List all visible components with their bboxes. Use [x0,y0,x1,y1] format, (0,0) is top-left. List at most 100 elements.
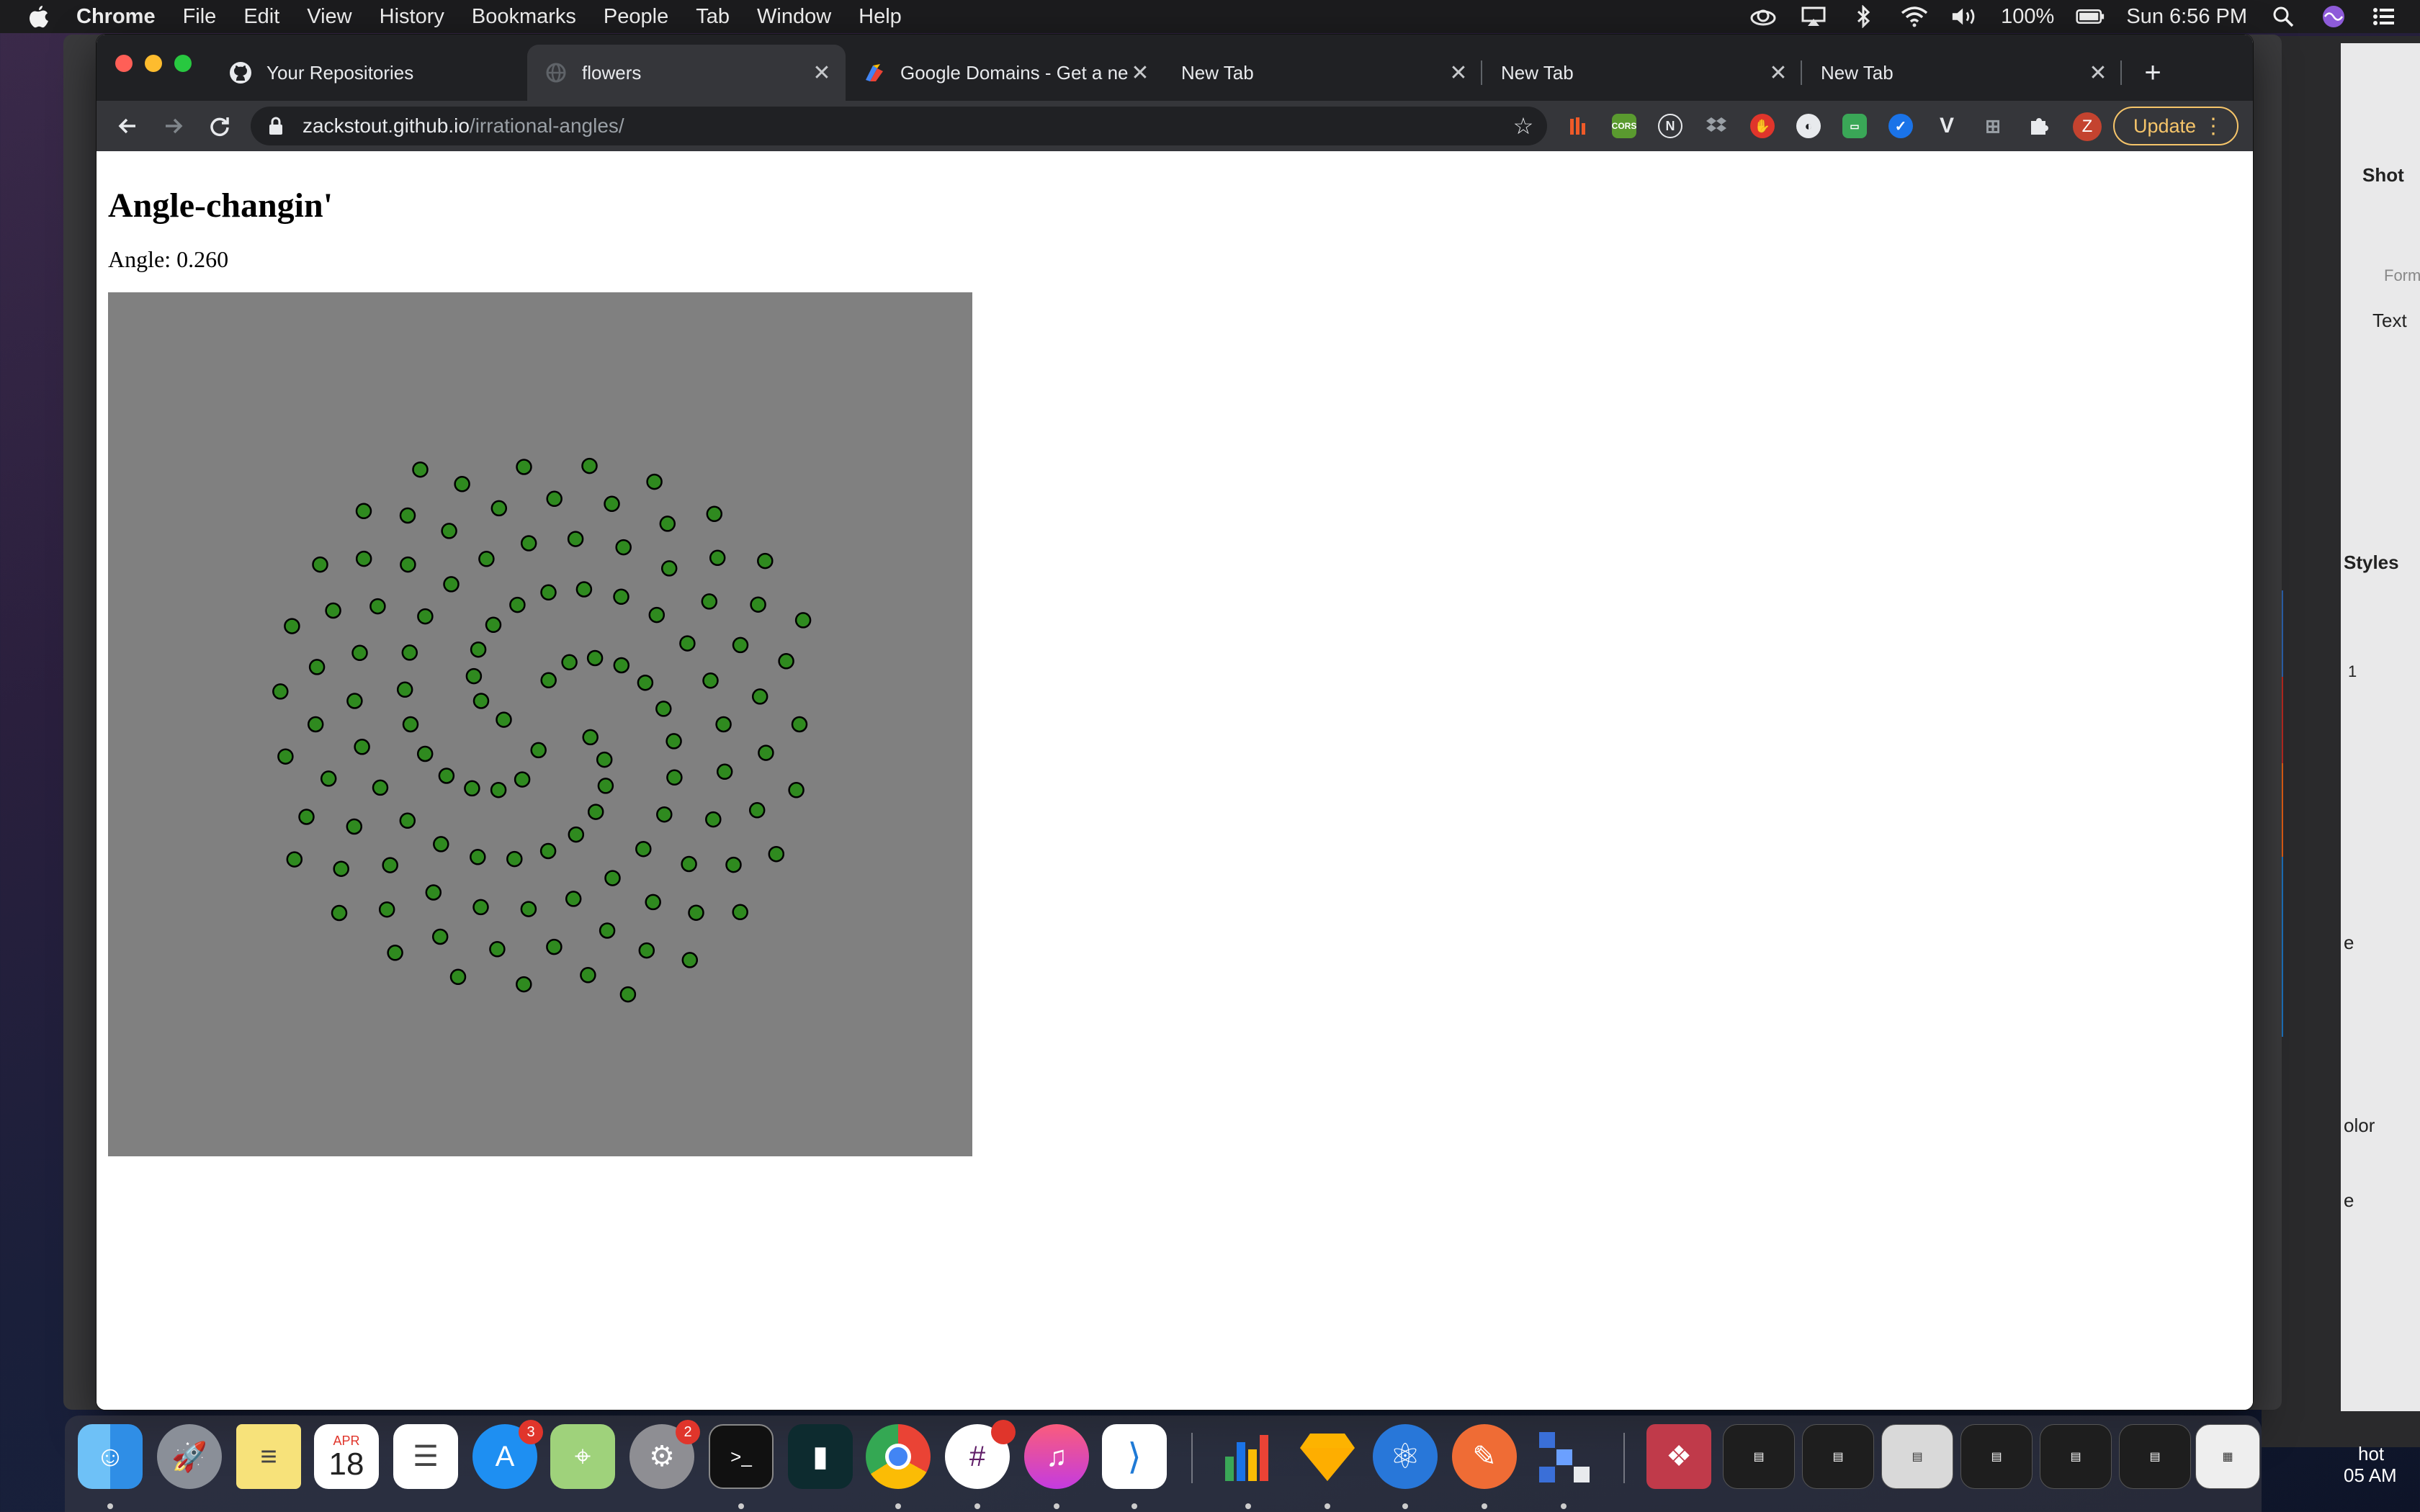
spiral-dot [354,739,370,755]
vscode-icon[interactable]: ⟩ [1102,1424,1167,1489]
tab-flowers[interactable]: flowers ✕ [527,45,846,101]
slack-icon[interactable]: # [945,1420,1016,1489]
window-thumbnail[interactable]: ▤ [1960,1424,2033,1489]
extension-bar-icon[interactable] [1566,114,1590,138]
menu-tab[interactable]: Tab [696,5,730,29]
menu-bookmarks[interactable]: Bookmarks [472,5,576,29]
tab-google-domains[interactable]: Google Domains - Get a new ✕ [846,45,1164,101]
menu-people[interactable]: People [604,5,668,29]
dropbox-icon[interactable] [1704,114,1729,138]
screen-extension-icon[interactable]: ▭ [1842,114,1867,138]
menu-view[interactable]: View [307,5,351,29]
wifi-icon[interactable] [1900,6,1929,27]
spiral-dot [655,701,672,717]
profile-avatar[interactable]: Z [2073,112,2102,141]
atom-icon[interactable]: ⚛ [1373,1424,1438,1489]
spiral-dot [308,659,326,675]
finder-icon[interactable]: ☺ [78,1424,143,1489]
hand-extension-icon[interactable]: ✋ [1750,114,1775,138]
window-thumbnail[interactable]: ▤ [2040,1424,2112,1489]
back-button[interactable] [111,109,144,143]
maps-icon[interactable]: ⌖ [550,1424,615,1489]
more-menu-icon[interactable]: ⋮ [2202,114,2224,139]
bluetooth-icon[interactable] [1850,5,1878,28]
update-button[interactable]: Update ⋮ [2113,107,2238,145]
spiral-dot [396,681,413,698]
launchpad-icon[interactable]: 🚀 [157,1424,222,1489]
window-thumbnail[interactable]: ▦ [2195,1424,2260,1489]
creative-cloud-icon[interactable] [1749,6,1778,27]
flower-canvas[interactable] [108,292,972,1156]
apple-icon[interactable] [24,2,53,31]
spiral-dot [402,716,419,733]
circle-extension-icon[interactable]: ◐ [1796,114,1821,138]
itunes-icon[interactable]: ♫ [1024,1424,1089,1489]
window-thumbnail[interactable]: ▤ [1723,1424,1795,1489]
spiral-dot [540,584,557,601]
new-tab-button[interactable]: + [2136,56,2169,89]
spiral-dot [597,778,614,794]
close-tab-icon[interactable]: ✕ [1128,60,1152,85]
bookmark-star-icon[interactable]: ☆ [1511,113,1536,139]
notification-center-icon[interactable] [2370,6,2398,27]
menu-history[interactable]: History [380,5,444,29]
app-store-icon[interactable]: A3 [472,1420,543,1489]
terminal-icon[interactable]: >_ [709,1424,774,1489]
system-preferences-icon[interactable]: ⚙ 2 [629,1420,700,1489]
spiral-dot [748,802,766,819]
calendar-icon[interactable]: APR 18 [314,1424,379,1489]
grid-extension-icon[interactable]: ⊞ [1981,114,2005,138]
volume-icon[interactable] [1950,6,1979,27]
siri-icon[interactable] [2319,6,2348,27]
extensions-puzzle-icon[interactable] [2027,114,2051,138]
sketch-icon[interactable] [1295,1424,1360,1489]
postman-icon[interactable]: ✎ [1452,1424,1517,1489]
menu-edit[interactable]: Edit [243,5,279,29]
jar-app-icon[interactable]: ❖ [1646,1424,1711,1489]
v-extension-icon[interactable]: V [1935,114,1959,138]
numbers-icon[interactable] [1216,1424,1281,1489]
notes-icon[interactable]: ≡ [236,1424,301,1489]
dashlane-icon[interactable]: ▮ [788,1424,853,1489]
zoom-window-button[interactable] [174,55,192,72]
minimize-window-button[interactable] [145,55,162,72]
chrome-dock-icon[interactable] [866,1424,931,1489]
window-thumbnail[interactable]: ▤ [2119,1424,2191,1489]
check-extension-icon[interactable]: ✓ [1888,114,1913,138]
menu-app-name[interactable]: Chrome [76,5,156,29]
forward-button[interactable] [157,109,190,143]
spiral-dot [659,516,676,532]
lock-icon[interactable] [268,115,287,137]
spiral-dot [485,616,502,634]
close-tab-icon[interactable]: ✕ [1446,60,1471,85]
close-tab-icon[interactable]: ✕ [1766,60,1791,85]
close-tab-icon[interactable]: ✕ [2086,60,2110,85]
spiral-dot [307,716,324,733]
spiral-dot [355,550,372,567]
menu-help[interactable]: Help [859,5,902,29]
panel-stepper-value[interactable]: 1 [2348,662,2357,681]
cors-extension-icon[interactable]: CORS [1612,114,1636,138]
tab-new-tab-2[interactable]: New Tab ✕ [1484,45,1802,101]
menubar-clock[interactable]: Sun 6:56 PM [2126,5,2247,29]
battery-icon[interactable] [2076,6,2105,27]
blocks-app-icon[interactable] [1531,1424,1596,1489]
menu-window[interactable]: Window [757,5,831,29]
spiral-dot [425,884,442,901]
window-thumbnail[interactable]: ▤ [1802,1424,1874,1489]
window-thumbnail[interactable]: ▤ [1881,1424,1953,1489]
reload-button[interactable] [203,109,236,143]
airplay-icon[interactable] [1799,6,1828,27]
close-tab-icon[interactable]: ✕ [810,60,834,85]
close-window-button[interactable] [115,55,133,72]
angle-readout: Angle: 0.260 [108,246,229,272]
reminders-icon[interactable]: ☰ [393,1424,458,1489]
tab-new-tab-1[interactable]: New Tab ✕ [1164,45,1482,101]
n-extension-icon[interactable]: N [1658,114,1682,138]
menu-file[interactable]: File [183,5,217,29]
address-bar[interactable]: zackstout.github.io/irrational-angles/ ☆ [251,107,1547,145]
tab-new-tab-3[interactable]: New Tab ✕ [1803,45,2122,101]
spiral-dot [387,945,403,961]
spotlight-search-icon[interactable] [2269,6,2298,27]
spiral-dot [331,904,348,922]
